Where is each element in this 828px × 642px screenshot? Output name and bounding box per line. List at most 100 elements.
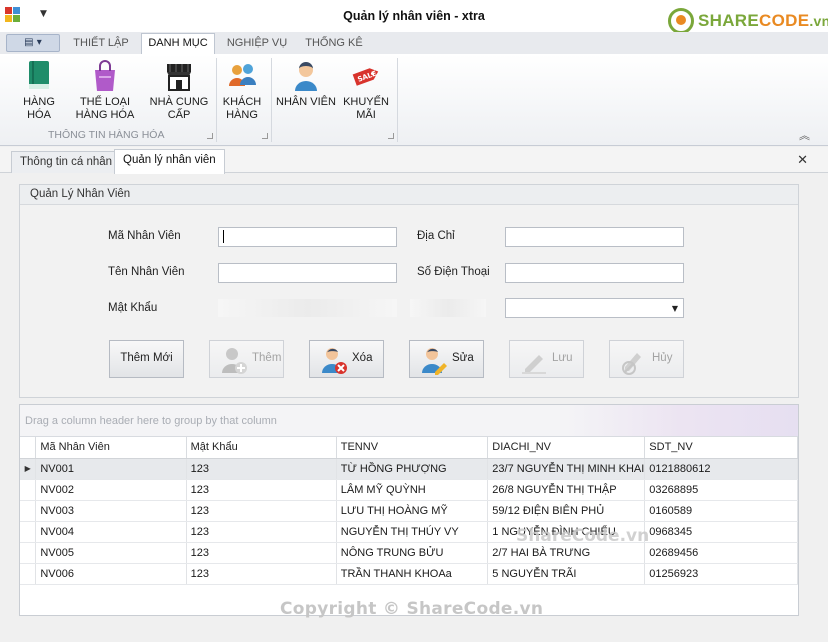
cell[interactable]: 123 (186, 542, 337, 564)
column-header-mat-khau[interactable]: Mật Khẩu (186, 437, 337, 459)
cell[interactable]: NV002 (35, 479, 187, 501)
tab-danh-muc[interactable]: DANH MỤC (141, 33, 215, 55)
them-moi-button[interactable]: Thêm Mới (109, 340, 184, 378)
cell[interactable]: NGUYỄN THỊ THÚY VY (336, 521, 489, 543)
table-row[interactable]: NV003 123 LƯU THỊ HOÀNG MỸ 59/12 ĐIỆN BI… (20, 500, 798, 522)
ribbon-tab-row: ▤ ▾ THIẾT LẬP DANH MỤC NGHIỆP VỤ THỐNG K… (0, 32, 828, 55)
ma-nhan-vien-input[interactable] (218, 227, 397, 247)
cell[interactable]: LÂM MỸ QUỲNH (336, 479, 489, 501)
add-user-icon (220, 345, 248, 375)
cell[interactable]: LƯU THỊ HOÀNG MỸ (336, 500, 489, 522)
group-launcher-icon[interactable] (207, 133, 213, 139)
customers-icon (227, 60, 257, 92)
huy-button[interactable]: Hủy (609, 340, 684, 378)
text-caret (223, 230, 224, 243)
table-row[interactable]: NV004 123 NGUYỄN THỊ THÚY VY 1 NGUYỄN ĐÌ… (20, 521, 798, 543)
cell[interactable]: 123 (186, 521, 337, 543)
sale-tag-icon: SALE (351, 60, 381, 92)
watermark-center: ShareCode.vn (516, 526, 650, 546)
tab-thong-tin-ca-nhan[interactable]: Thông tin cá nhân (11, 151, 122, 173)
label-mat-khau: Mật Khẩu (108, 302, 158, 314)
employee-grid: Drag a column header here to group by th… (19, 404, 799, 616)
ten-nhan-vien-input[interactable] (218, 263, 397, 283)
dia-chi-input[interactable] (505, 227, 684, 247)
sua-button[interactable]: Sửa (409, 340, 484, 378)
ribbon-button-khuyen-mai[interactable]: SALE KHUYẾN MÃI (340, 58, 392, 122)
them-button[interactable]: Thêm (209, 340, 284, 378)
luu-button[interactable]: Lưu (509, 340, 584, 378)
tab-thiet-lap[interactable]: THIẾT LẬP (66, 34, 136, 54)
dropdown-select[interactable]: ▼ (505, 298, 684, 318)
cell[interactable]: NV001 (35, 458, 187, 480)
cell[interactable]: 0160589 (644, 500, 798, 522)
employee-icon (291, 60, 321, 92)
tab-quan-ly-nhan-vien[interactable]: Quản lý nhân viên (114, 149, 225, 174)
cell[interactable]: 123 (186, 500, 337, 522)
cell[interactable]: NV006 (35, 563, 187, 585)
column-header-ma-nhan-vien[interactable]: Mã Nhân Viên (35, 437, 187, 459)
cell[interactable]: 01256923 (644, 563, 798, 585)
column-header-sdt-nv[interactable]: SDT_NV (644, 437, 798, 459)
column-header-tennv[interactable]: TENNV (336, 437, 489, 459)
watermark-footer: Copyright © ShareCode.vn (280, 599, 544, 619)
table-row[interactable]: NV005 123 NÔNG TRUNG BỬU 2/7 HAI BÀ TRƯN… (20, 542, 798, 564)
label-ma-nhan-vien: Mã Nhân Viên (108, 230, 181, 242)
cell[interactable]: NÔNG TRUNG BỬU (336, 542, 489, 564)
cell[interactable]: 123 (186, 563, 337, 585)
panel-title: Quản Lý Nhân Viên (20, 185, 798, 205)
group-separator (216, 58, 217, 142)
mat-khau-input[interactable] (218, 299, 397, 317)
label-so-dien-thoai: Số Điện Thoại (417, 266, 490, 278)
cell[interactable]: 5 NGUYỄN TRÃI (487, 563, 646, 585)
ribbon-collapse-icon[interactable]: ︽ (799, 127, 810, 143)
group-launcher-icon[interactable] (388, 133, 394, 139)
cell[interactable]: 23/7 NGUYỄN THỊ MINH KHAI (487, 458, 646, 480)
so-dien-thoai-input[interactable] (505, 263, 684, 283)
table-row[interactable]: NV002 123 LÂM MỸ QUỲNH 26/8 NGUYỄN THỊ T… (20, 479, 798, 501)
logo-mark-icon (668, 8, 694, 34)
application-menu-button[interactable]: ▤ ▾ (6, 34, 60, 52)
group-separator (271, 58, 272, 142)
table-row[interactable]: ▶ NV001 123 TỪ HỒNG PHƯỢNG 23/7 NGUYỄN T… (20, 458, 798, 480)
ribbon-button-nha-cung-cap[interactable]: NHÀ CUNG CẤP (148, 58, 210, 122)
cell[interactable]: NV005 (35, 542, 187, 564)
title-bar: ▼ Quản lý nhân viên - xtra SHARECODE.vn (0, 0, 828, 34)
cell[interactable]: TỪ HỒNG PHƯỢNG (336, 458, 489, 480)
cell[interactable]: 26/8 NGUYỄN THỊ THẬP (487, 479, 646, 501)
row-indicator (20, 500, 37, 522)
ribbon-panel: HÀNG HÓA THỂ LOẠI HÀNG HÓA NHÀ CUNG CẤP TH… (0, 54, 828, 146)
cell[interactable]: 02689456 (644, 542, 798, 564)
ribbon-button-khach-hang[interactable]: KHÁCH HÀNG (220, 58, 264, 122)
cell[interactable]: NV004 (35, 521, 187, 543)
edit-user-icon (420, 345, 448, 375)
cell[interactable]: TRẦN THANH KHOAa (336, 563, 489, 585)
table-row[interactable]: NV006 123 TRẦN THANH KHOAa 5 NGUYỄN TRÃI… (20, 563, 798, 585)
shopping-bag-icon (90, 60, 120, 92)
cell[interactable]: 123 (186, 479, 337, 501)
group-by-panel[interactable]: Drag a column header here to group by th… (20, 405, 798, 437)
employee-form-panel: Quản Lý Nhân Viên Mã Nhân Viên Tên Nhân … (19, 184, 799, 398)
ribbon-button-hang-hoa[interactable]: HÀNG HÓA (10, 58, 68, 122)
cell[interactable]: 0121880612 (644, 458, 798, 480)
cell[interactable]: 03268895 (644, 479, 798, 501)
storefront-icon (164, 60, 194, 92)
row-indicator (20, 479, 37, 501)
label-ten-nhan-vien: Tên Nhân Viên (108, 266, 185, 278)
group-launcher-icon[interactable] (262, 133, 268, 139)
column-header-diachi-nv[interactable]: DIACHI_NV (487, 437, 646, 459)
logo-text: SHARECODE.vn (698, 11, 828, 30)
cell[interactable]: NV003 (35, 500, 187, 522)
ribbon-button-nhan-vien[interactable]: NHÂN VIÊN (276, 58, 336, 109)
close-tab-icon[interactable]: ✕ (797, 153, 808, 168)
row-indicator-icon: ▶ (20, 458, 37, 480)
delete-user-icon (320, 345, 348, 375)
cell[interactable]: 59/12 ĐIỆN BIÊN PHỦ (487, 500, 646, 522)
cell[interactable]: 123 (186, 458, 337, 480)
tab-thong-ke[interactable]: THỐNG KÊ (298, 34, 370, 54)
cell[interactable]: 0968345 (644, 521, 798, 543)
row-indicator (20, 563, 37, 585)
table-header-row: Mã Nhân Viên Mật Khẩu TENNV DIACHI_NV SD… (20, 437, 798, 459)
xoa-button[interactable]: Xóa (309, 340, 384, 378)
ribbon-button-the-loai-hang-hoa[interactable]: THỂ LOẠI HÀNG HÓA (74, 58, 136, 122)
tab-nghiep-vu[interactable]: NGHIỆP VỤ (221, 34, 293, 54)
